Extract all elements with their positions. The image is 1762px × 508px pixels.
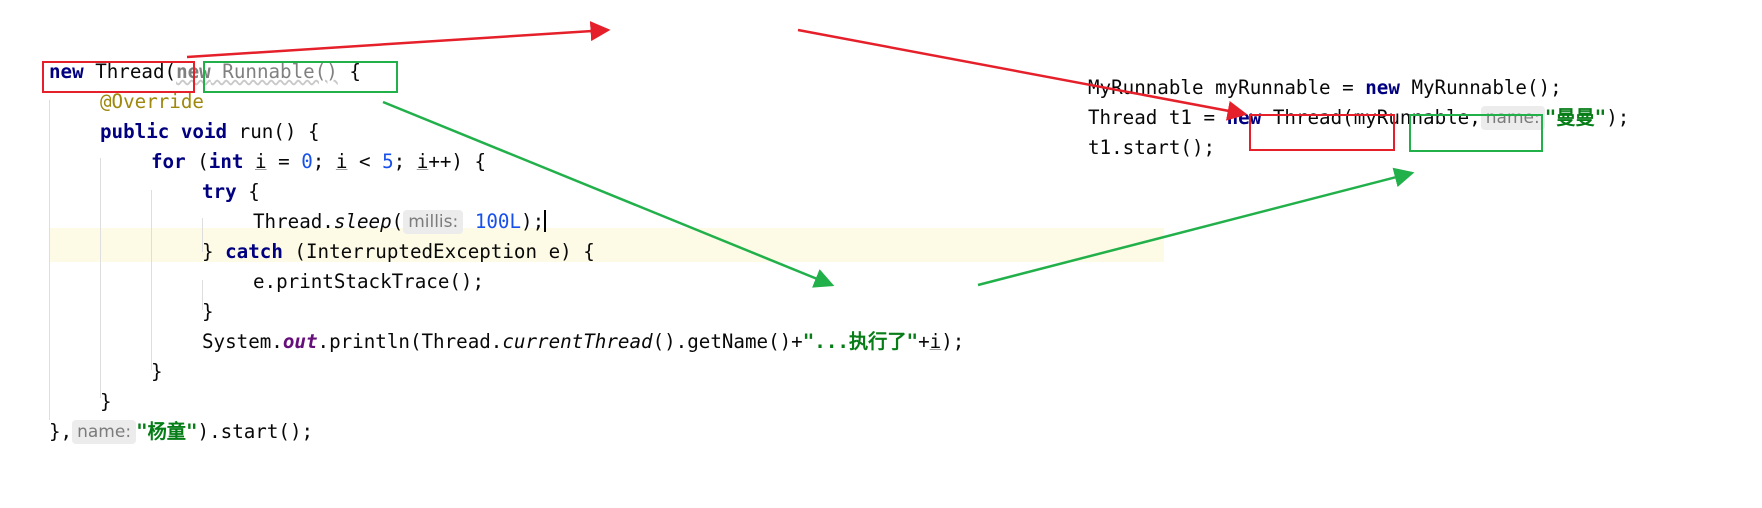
green-arrow-left (382, 100, 835, 288)
red-arrow-left (186, 21, 611, 59)
red-arrow-right (797, 28, 1248, 121)
arrow-overlay (186, 21, 1415, 288)
green-arrow-right (977, 167, 1415, 287)
